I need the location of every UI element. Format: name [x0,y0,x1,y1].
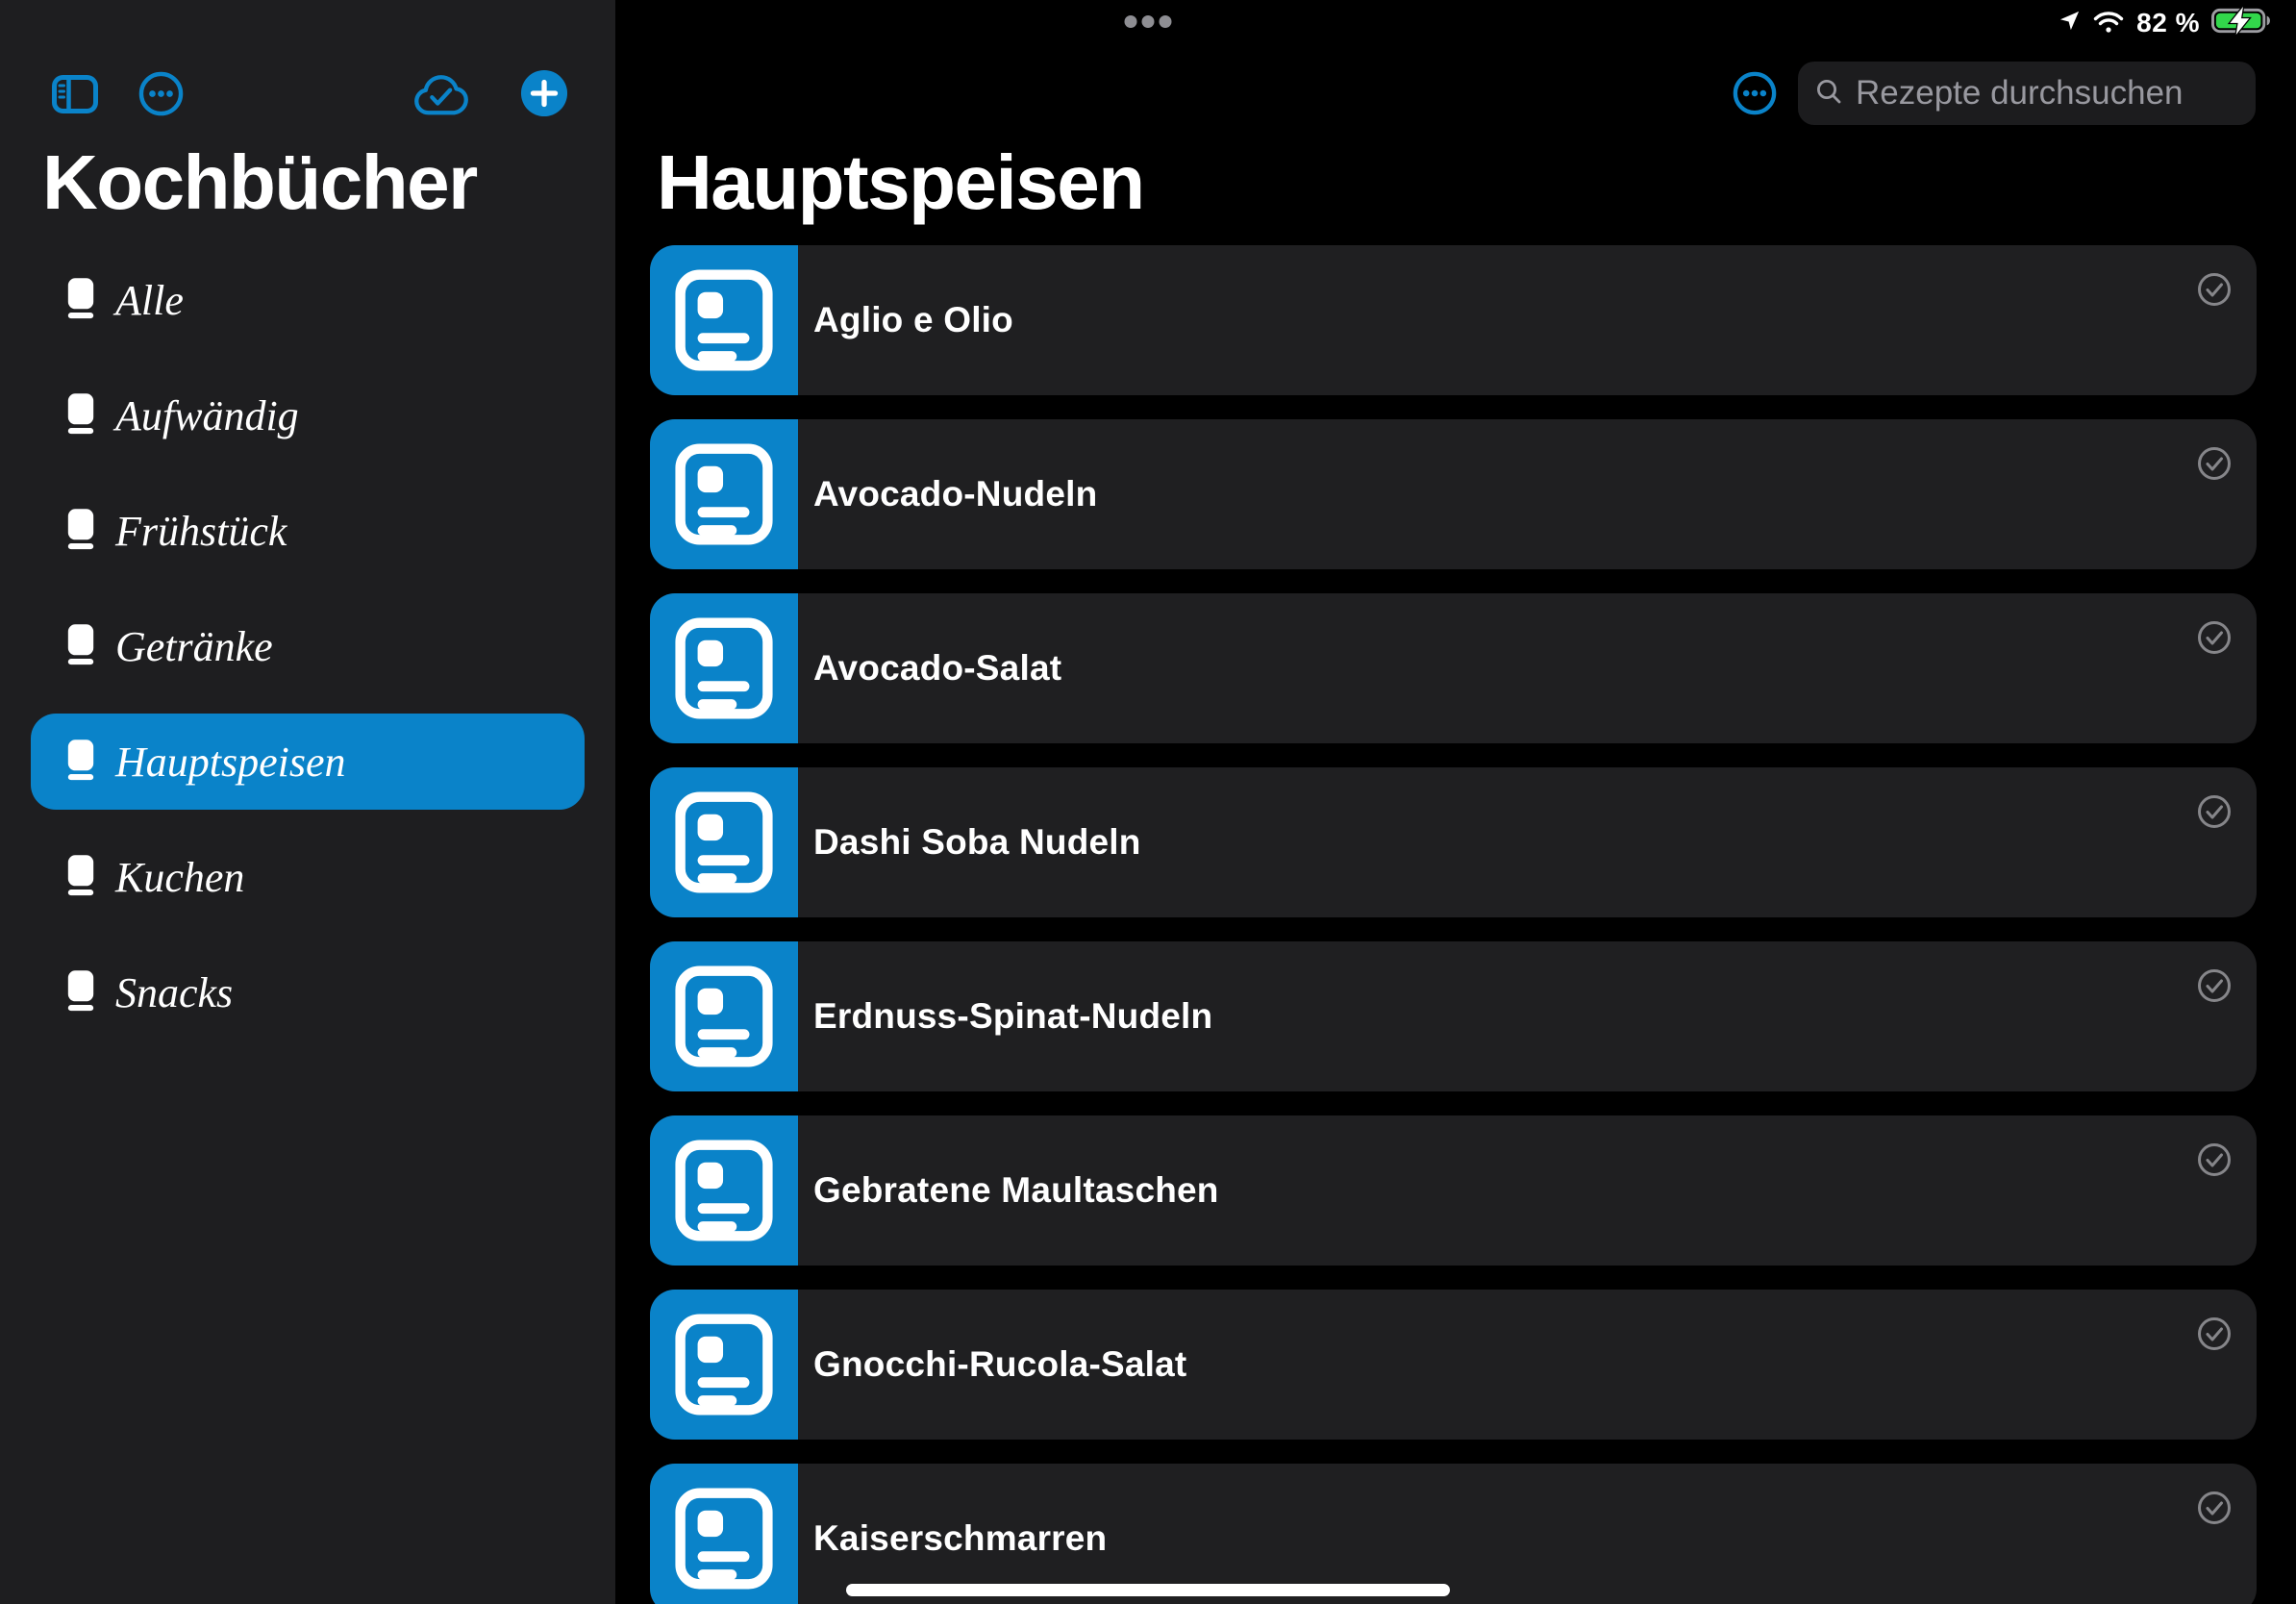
search-field[interactable] [1798,62,2256,125]
sidebar-item[interactable]: Hauptspeisen [31,714,585,810]
sidebar-toggle-button[interactable] [52,75,98,116]
wifi-icon [2092,9,2125,38]
battery-charging-icon [2211,6,2273,40]
check-circle-icon[interactable] [2197,620,2232,655]
book-icon [65,738,96,787]
sidebar-item-label: Snacks [115,968,233,1017]
sidebar-item-label: Frühstück [115,507,287,556]
sidebar-item[interactable]: Frühstück [31,483,585,579]
check-circle-icon[interactable] [2197,446,2232,481]
recipe-row[interactable]: Erdnuss-Spinat-Nudeln [650,941,2257,1091]
check-circle-icon[interactable] [2197,1491,2232,1525]
battery-percent: 82 % [2136,8,2200,38]
dot-icon [1160,15,1172,28]
recipe-row[interactable]: Gebratene Maultaschen [650,1115,2257,1266]
home-indicator[interactable] [846,1584,1450,1596]
recipe-row[interactable]: Dashi Soba Nudeln [650,767,2257,917]
sidebar-item[interactable]: Alle [31,252,585,348]
search-icon [1815,78,1842,110]
status-bar: 82 % [2059,6,2273,40]
cookbook-list: Alle Aufwändig Frühstück Getränke [31,252,585,1040]
book-icon [65,391,96,440]
check-circle-icon[interactable] [2197,794,2232,829]
book-icon [65,622,96,671]
recipe-row[interactable]: Gnocchi-Rucola-Salat [650,1290,2257,1440]
search-input[interactable] [1854,73,2238,113]
more-options-button[interactable] [1733,71,1777,118]
cloud-check-icon[interactable] [413,74,469,119]
recipe-title: Erdnuss-Spinat-Nudeln [813,996,1212,1037]
sidebar-item[interactable]: Snacks [31,944,585,1040]
sidebar-title: Kochbücher [42,144,477,221]
recipe-card-icon [650,419,798,569]
recipe-title: Avocado-Nudeln [813,474,1097,514]
sidebar-item[interactable]: Kuchen [31,829,585,925]
recipe-title: Avocado-Salat [813,648,1061,689]
sidebar-item-label: Hauptspeisen [115,738,346,787]
recipe-row[interactable]: Avocado-Salat [650,593,2257,743]
recipe-title: Dashi Soba Nudeln [813,822,1141,863]
sidebar-item-label: Kuchen [115,853,244,902]
recipe-row[interactable]: Aglio e Olio [650,245,2257,395]
book-icon [65,507,96,556]
sidebar-item-label: Getränke [115,622,273,671]
sidebar-item[interactable]: Aufwändig [31,367,585,464]
recipe-row[interactable]: Avocado-Nudeln [650,419,2257,569]
recipe-title: Aglio e Olio [813,300,1013,340]
recipe-card-icon [650,593,798,743]
recipe-card-icon [650,941,798,1091]
check-circle-icon[interactable] [2197,272,2232,307]
app-screen: 82 % [0,0,2296,1604]
recipe-title: Kaiserschmarren [813,1518,1107,1559]
check-circle-icon[interactable] [2197,1142,2232,1177]
dot-icon [1142,15,1155,28]
recipe-card-icon [650,1464,798,1604]
check-circle-icon[interactable] [2197,968,2232,1003]
dot-icon [1125,15,1137,28]
page-title: Hauptspeisen [657,144,1144,221]
recipe-title: Gnocchi-Rucola-Salat [813,1344,1186,1385]
sidebar-item[interactable]: Getränke [31,598,585,694]
recipe-card-icon [650,1290,798,1440]
check-circle-icon[interactable] [2197,1316,2232,1351]
book-icon [65,276,96,325]
recipe-card-icon [650,245,798,395]
sidebar-item-label: Aufwändig [115,391,299,440]
add-button[interactable] [520,69,568,120]
recipe-list: Aglio e Olio Avocado-Nudeln [650,245,2257,1604]
sidebar-more-button[interactable] [138,71,184,119]
recipe-title: Gebratene Maultaschen [813,1170,1219,1211]
recipe-card-icon [650,767,798,917]
multitask-dots-handle[interactable] [1125,15,1172,28]
sidebar: Kochbücher Alle Aufwändig Frühstück [0,0,615,1604]
book-icon [65,853,96,902]
book-icon [65,968,96,1017]
sidebar-item-label: Alle [115,276,184,325]
location-icon [2059,10,2081,37]
recipe-card-icon [650,1115,798,1266]
